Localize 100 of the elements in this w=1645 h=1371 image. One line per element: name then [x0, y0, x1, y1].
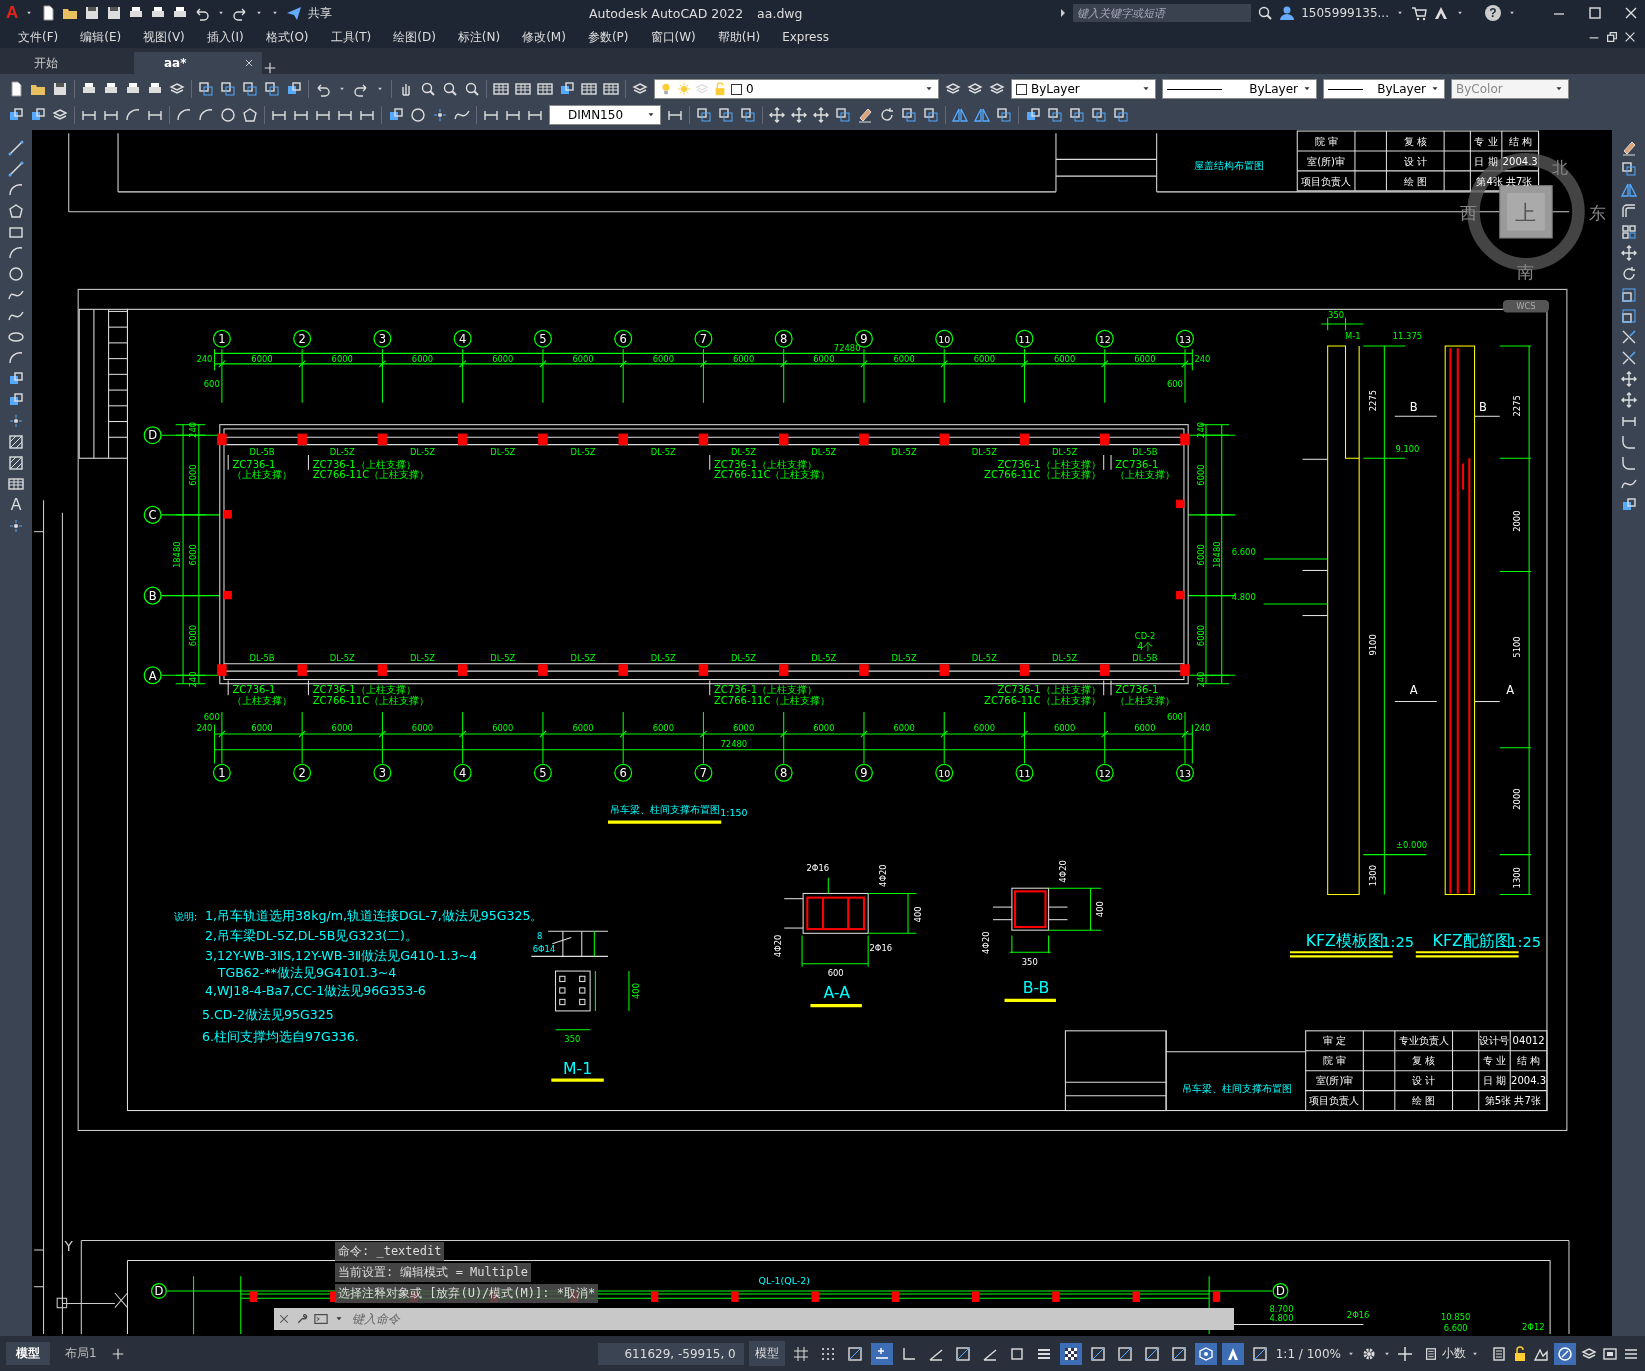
menu-item[interactable]: 修改(M)	[522, 26, 577, 48]
brace-label: （上柱支撑）	[232, 469, 293, 481]
title-block-label: 日 期	[1482, 1075, 1507, 1087]
axis-bubble: 10	[935, 763, 954, 782]
axis-bubble: A	[143, 666, 162, 685]
dimension-text: 1300	[1511, 867, 1522, 889]
title-block-label: 室(所)审	[1315, 1075, 1354, 1087]
dimension-text: 6000	[492, 353, 514, 364]
menu-item[interactable]: 标注(N)	[457, 26, 512, 48]
search-field[interactable]: 键入关键字或短语	[1073, 4, 1252, 22]
brace-label: ZC736-1（上柱支撑）	[997, 684, 1101, 696]
dimension-text: 2275	[1511, 395, 1522, 417]
section-mark: B	[1409, 400, 1418, 415]
dimension-text: 350	[1328, 309, 1345, 320]
coordinates-readout: 611629, -59915, 0	[597, 1342, 744, 1365]
elevation-label: 2Φ12	[1522, 1321, 1545, 1332]
dimension-text: 600	[1166, 378, 1183, 389]
menu-item[interactable]: 帮助(H)	[717, 26, 772, 48]
dimension-text: 6000	[1053, 722, 1076, 733]
axis-bubble: 3	[373, 763, 392, 782]
dimension-text: 6000	[411, 722, 434, 733]
command-input[interactable]: 键入命令	[350, 1311, 1230, 1327]
text-tool[interactable]: A	[10, 497, 22, 513]
lineweight-dropdown[interactable]: ByLayer	[1323, 79, 1445, 99]
title-block-value: 04012	[1512, 1035, 1545, 1047]
brace-label: ZC766-11C（上柱支撑）	[312, 469, 430, 481]
dimension-text: 72480	[720, 738, 748, 749]
beam-label: DL-5Z	[410, 447, 436, 458]
axis-bubble: 13	[1175, 329, 1195, 348]
beam-label: DL-5Z	[490, 447, 516, 458]
dimension-text: 6000	[973, 722, 995, 733]
user-name[interactable]: 1505999135...	[1301, 6, 1389, 20]
ucs-axis-label: Y	[64, 1238, 73, 1255]
dimension-text: 18480	[1211, 541, 1222, 569]
brace-label: ZC766-11C（上柱支撑）	[713, 469, 831, 481]
dimension-text: 6000	[187, 464, 198, 486]
rebar-label: 2Φ16	[806, 863, 830, 874]
notes-heading: 说明:	[173, 909, 198, 922]
elevation-label: 10.850	[1441, 1312, 1471, 1323]
drawing-title: 吊车梁、柱间支撑布置图	[1182, 1081, 1293, 1094]
help-button[interactable]: ?	[1485, 5, 1501, 21]
menu-item[interactable]: 文件(F)	[18, 26, 70, 48]
menu-item[interactable]: 绘图(D)	[393, 26, 447, 48]
dimension-text: 240	[187, 671, 198, 688]
brace-label: ZC766-11C（上柱支撑）	[312, 694, 430, 706]
menu-item[interactable]: 插入(I)	[206, 26, 255, 48]
menu-item[interactable]: 参数(P)	[587, 26, 640, 48]
dimension-text: 240	[187, 421, 198, 438]
units-dropdown[interactable]: 小数	[1418, 1345, 1486, 1362]
color-dropdown[interactable]: ByLayer	[1011, 79, 1156, 99]
brace-label: ZC736-1	[232, 684, 276, 696]
dimension-text: 6000	[187, 624, 198, 647]
crane-stop-label: CD-2	[1134, 630, 1156, 641]
viewcube-face-label: 上	[1515, 201, 1537, 226]
annotation-scale-button[interactable]: 1:1 / 100%	[1275, 1346, 1341, 1361]
axis-bubble: 1	[212, 763, 231, 782]
note-text: 5.CD-2做法见95G325	[201, 1007, 334, 1023]
dimension-text: 6000	[732, 722, 755, 733]
model-space-button[interactable]: 模型	[748, 1341, 785, 1366]
elevation-label: 2Φ16	[1346, 1310, 1370, 1321]
note-text: 2,吊车梁DL-5Z,DL-5B见G323(二)。	[205, 927, 418, 943]
menu-item[interactable]: 格式(O)	[265, 26, 320, 48]
brace-label: ZC736-1	[1115, 684, 1159, 696]
brace-label: （上柱支撑）	[232, 694, 293, 706]
share-label[interactable]: 共享	[308, 4, 333, 22]
title-block-value: 2004.3	[1511, 1075, 1547, 1087]
dimension-style-dropdown[interactable]: DIMN150	[549, 105, 661, 125]
axis-bubble: 1	[212, 329, 231, 348]
menu-item[interactable]: 工具(T)	[330, 26, 383, 48]
brace-label: ZC736-1（上柱支撑）	[312, 684, 416, 696]
dimension-text: 6000	[973, 353, 995, 364]
layer-dropdown[interactable]: 0	[654, 79, 939, 99]
compass-south: 南	[1517, 261, 1535, 282]
brace-label: ZC766-11C（上柱支撑）	[984, 694, 1101, 706]
dimension-text: 2000	[1511, 510, 1522, 532]
layout-tab[interactable]: 模型	[6, 1342, 50, 1365]
section-title: M-1	[562, 1058, 593, 1078]
weld-label: 8	[537, 930, 543, 941]
document-tab[interactable]: aa*	[134, 52, 262, 74]
linetype-dropdown[interactable]: ByLayer	[1162, 79, 1317, 99]
title-block-label: 日 期	[1474, 155, 1498, 167]
beam-label: DL-5Z	[891, 652, 917, 663]
note-text: TGB62-**做法见9G4101.3~4	[217, 965, 397, 981]
axis-bubble: D	[150, 1282, 167, 1299]
app-title: Autodesk AutoCAD 2022	[589, 5, 744, 21]
dimension-text: 400	[631, 983, 642, 999]
axis-bubble: 11	[1015, 763, 1034, 782]
title-block-label: 复 核	[1403, 135, 1427, 147]
menu-item[interactable]: 窗口(W)	[650, 26, 707, 48]
axis-bubble: 6	[614, 763, 633, 782]
axis-bubble: B	[143, 586, 162, 605]
crane-stop-label: 4个	[1136, 641, 1154, 653]
menu-item[interactable]: 编辑(E)	[80, 26, 133, 48]
dimension-text: 6000	[187, 544, 198, 566]
dimension-text: 6000	[251, 353, 273, 364]
title-block-label: 院 审	[1322, 1055, 1347, 1067]
axis-bubble: 8	[774, 329, 793, 348]
menu-item[interactable]: 视图(V)	[143, 26, 196, 48]
menu-item[interactable]: Express	[782, 28, 840, 46]
elevation-label: 8.700	[1269, 1303, 1294, 1314]
